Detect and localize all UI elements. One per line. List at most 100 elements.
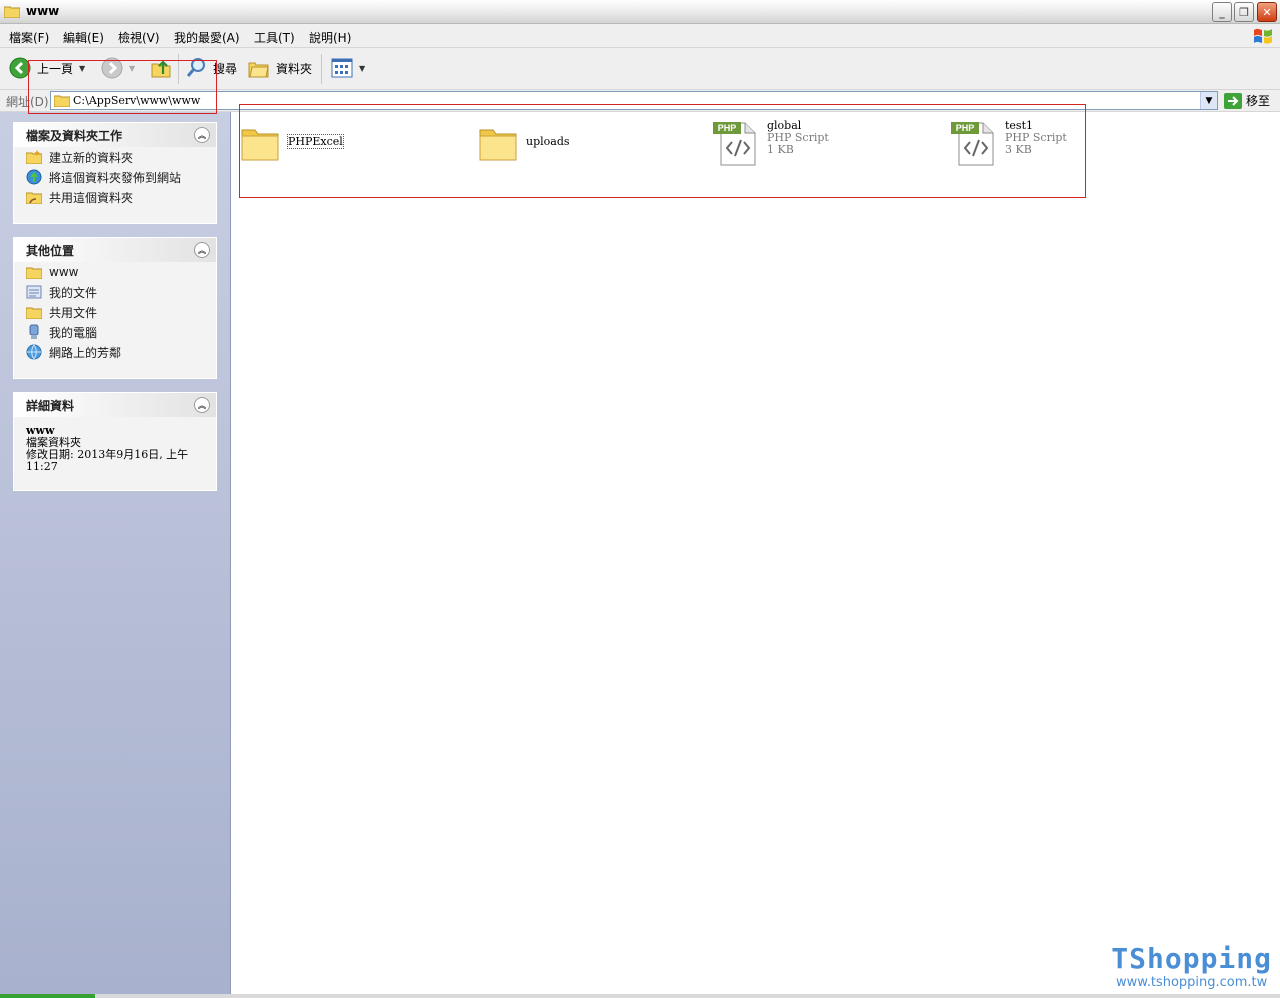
windows-logo-icon	[1254, 28, 1272, 44]
folder-icon	[241, 129, 279, 161]
go-label: 移至	[1246, 94, 1271, 108]
details-body: www 檔案資料夾 修改日期: 2013年9月16日, 上午 11:27	[14, 417, 216, 481]
chevron-down-icon: ▼	[1205, 95, 1213, 106]
menu-favorites[interactable]: 我的最愛(A)	[174, 29, 240, 46]
search-icon	[186, 58, 205, 77]
views-icon	[331, 58, 353, 78]
forward-dropdown-icon: ▼	[129, 63, 136, 73]
place-label: 我的電腦	[49, 325, 98, 340]
details-title: 詳細資料	[26, 398, 75, 413]
place-network[interactable]: 網路上的芳鄰	[14, 342, 216, 362]
php-file-icon: PHP	[713, 122, 756, 166]
menu-view[interactable]: 檢視(V)	[118, 29, 160, 46]
folders-label: 資料夾	[276, 61, 313, 76]
collapse-icon[interactable]: ︽	[194, 127, 210, 143]
details-header[interactable]: 詳細資料 ︽	[14, 393, 216, 417]
place-my-documents[interactable]: 我的文件	[14, 282, 216, 302]
go-button[interactable]: 移至	[1224, 92, 1270, 109]
file-item-test1[interactable]: PHP test1 PHP Script 3 KB	[951, 120, 1067, 166]
watermark: TShopping www.tshopping.com.tw	[1111, 942, 1272, 990]
file-item-global[interactable]: PHP global PHP Script 1 KB	[713, 120, 829, 166]
place-shared-documents[interactable]: 共用文件	[14, 302, 216, 322]
minimize-button[interactable]: _	[1212, 2, 1232, 22]
task-label: 將這個資料夾發佈到網站	[49, 170, 182, 185]
address-label: 網址(D)	[6, 95, 49, 109]
address-dropdown-button[interactable]: ▼	[1200, 92, 1217, 109]
file-list: PHPExcel uploads PHP global PHP Script 1…	[231, 112, 1280, 994]
watermark-logo: TShopping	[1111, 942, 1272, 975]
new-folder-icon	[26, 150, 42, 164]
collapse-icon[interactable]: ︽	[194, 242, 210, 258]
other-places-panel: 其他位置 ︽ www 我的文件 共用文件 我的電腦 網路上的芳鄰	[13, 237, 217, 379]
taskbar-strip	[0, 994, 1280, 998]
other-places-title: 其他位置	[26, 243, 75, 258]
menu-edit[interactable]: 編輯(E)	[63, 29, 104, 46]
close-icon: ✕	[1262, 5, 1272, 19]
task-new-folder[interactable]: 建立新的資料夾	[14, 147, 216, 167]
toolbar-separator	[321, 54, 322, 84]
minimize-icon: _	[1219, 5, 1225, 19]
place-www[interactable]: www	[14, 262, 216, 282]
file-name: uploads	[526, 135, 570, 148]
menu-bar: 檔案(F) 編輯(E) 檢視(V) 我的最愛(A) 工具(T) 說明(H)	[0, 24, 1280, 48]
restore-icon: ❐	[1239, 5, 1249, 19]
address-bar: 網址(D) C:\AppServ\www\www ▼ 移至	[0, 90, 1280, 112]
collapse-icon[interactable]: ︽	[194, 397, 210, 413]
up-folder-button[interactable]	[150, 57, 172, 79]
task-label: 共用這個資料夾	[49, 190, 134, 205]
views-dropdown-icon: ▼	[359, 63, 366, 73]
file-item-uploads[interactable]: uploads	[478, 122, 570, 162]
place-my-computer[interactable]: 我的電腦	[14, 322, 216, 342]
go-arrow-icon	[1224, 92, 1242, 109]
file-tasks-header[interactable]: 檔案及資料夾工作 ︽	[14, 123, 216, 147]
folder-up-icon	[151, 60, 171, 78]
back-dropdown-icon: ▼	[79, 63, 86, 73]
menu-help[interactable]: 說明(H)	[309, 29, 351, 46]
folder-icon	[26, 267, 42, 279]
folder-icon	[54, 95, 70, 107]
file-tasks-title: 檔案及資料夾工作	[26, 128, 123, 143]
forward-button[interactable]: ▼	[101, 57, 135, 79]
restore-button[interactable]: ❐	[1234, 2, 1254, 22]
other-places-header[interactable]: 其他位置 ︽	[14, 238, 216, 262]
back-arrow-icon	[9, 57, 31, 79]
my-computer-icon	[29, 324, 39, 339]
details-panel: 詳細資料 ︽ www 檔案資料夾 修改日期: 2013年9月16日, 上午 11…	[13, 392, 217, 491]
window-title: www	[26, 4, 60, 18]
php-badge-label: PHP	[956, 123, 975, 133]
back-label: 上一頁	[37, 61, 74, 76]
place-label: 我的文件	[49, 285, 98, 300]
menu-file[interactable]: 檔案(F)	[9, 29, 49, 46]
forward-arrow-icon	[101, 57, 123, 79]
address-input[interactable]: C:\AppServ\www\www ▼	[50, 91, 1218, 110]
toolbar-separator	[178, 54, 179, 84]
title-bar: www _ ❐ ✕	[0, 0, 1280, 24]
back-button[interactable]: 上一頁 ▼	[9, 57, 85, 79]
file-item-phpexcel[interactable]: PHPExcel	[240, 122, 344, 162]
folders-icon	[248, 62, 269, 78]
network-places-icon	[26, 344, 42, 360]
details-modified: 修改日期: 2013年9月16日, 上午 11:27	[26, 448, 189, 473]
php-file-icon: PHP	[951, 122, 994, 166]
place-label: 網路上的芳鄰	[49, 345, 122, 360]
shared-folder-icon	[26, 307, 42, 319]
search-button[interactable]: 搜尋	[185, 57, 237, 79]
start-button-edge[interactable]	[0, 994, 95, 998]
folder-icon	[479, 129, 517, 161]
search-label: 搜尋	[213, 61, 238, 76]
views-button[interactable]: ▼	[331, 58, 365, 78]
watermark-url: www.tshopping.com.tw	[1116, 975, 1268, 990]
menu-tools[interactable]: 工具(T)	[254, 29, 295, 46]
task-label: 建立新的資料夾	[49, 150, 134, 165]
close-button[interactable]: ✕	[1257, 2, 1277, 22]
place-label: www	[49, 265, 79, 279]
task-publish-web[interactable]: 將這個資料夾發佈到網站	[14, 167, 216, 187]
address-path: C:\AppServ\www\www	[73, 94, 201, 107]
task-share-folder[interactable]: 共用這個資料夾	[14, 187, 216, 207]
share-folder-icon	[26, 192, 42, 204]
toolbar: 上一頁 ▼ ▼ 搜尋 資料夾 ▼	[0, 48, 1280, 90]
php-badge-label: PHP	[718, 123, 737, 133]
folders-button[interactable]: 資料夾	[248, 57, 312, 79]
file-name: PHPExcel	[287, 134, 344, 149]
file-size: 1 KB	[767, 143, 794, 156]
